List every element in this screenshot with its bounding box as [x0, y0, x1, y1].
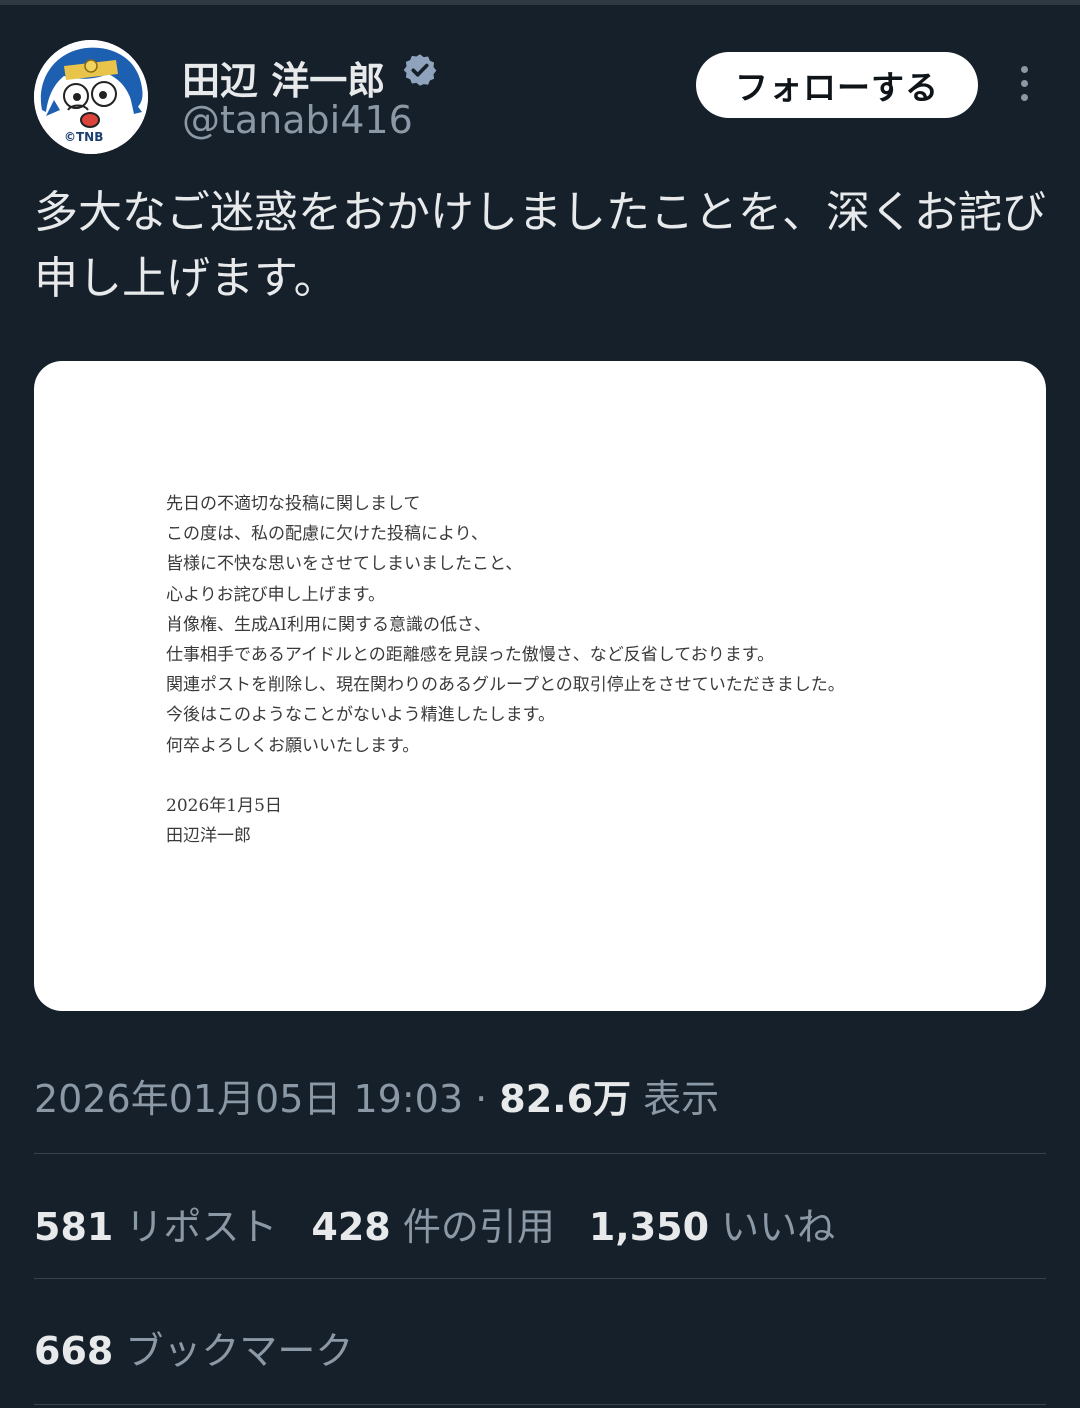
tweet-meta: 2026年01月05日 19:03 · 82.6万 表示: [34, 1068, 719, 1123]
stat-label: いいね: [709, 1205, 836, 1249]
letter-line: 肖像権、生成AI利用に関する意識の低さ、: [166, 614, 491, 635]
divider: [34, 1153, 1046, 1154]
attached-image[interactable]: 先日の不適切な投稿に関しまして この度は、私の配慮に欠けた投稿により、 皆様に不…: [34, 361, 1046, 1011]
stat-count: 581: [34, 1205, 114, 1249]
verified-badge-icon: [403, 54, 437, 86]
letter-date: 2026年1月5日: [166, 795, 282, 816]
meta-separator: ·: [463, 1077, 500, 1121]
bookmark-label: ブックマーク: [113, 1329, 354, 1373]
divider: [34, 1278, 1046, 1279]
follow-button[interactable]: フォローする: [696, 52, 978, 118]
stat-label: 件の引用: [390, 1205, 555, 1249]
repost-count-link[interactable]: 581 リポスト: [34, 1196, 277, 1251]
tweet-text: 多大なご迷惑をおかけしましたことを、深くお詫び申し上げます。: [34, 187, 1046, 304]
quote-count-link[interactable]: 428 件の引用: [311, 1196, 554, 1251]
stat-count: 428: [311, 1205, 391, 1249]
letter-line: 何卒よろしくお願いいたします。: [166, 735, 420, 756]
letter-line: この度は、私の配慮に欠けた投稿により、: [166, 524, 488, 545]
top-divider: [0, 0, 1080, 5]
views-count: 82.6万: [499, 1077, 632, 1121]
stat-label: リポスト: [113, 1205, 278, 1249]
apology-letter: 先日の不適切な投稿に関しまして この度は、私の配慮に欠けた投稿により、 皆様に不…: [166, 489, 1026, 851]
bookmark-count-link[interactable]: 668 ブックマーク: [34, 1320, 353, 1375]
tweet-timestamp[interactable]: 2026年01月05日 19:03: [34, 1077, 463, 1121]
letter-line: 関連ポストを削除し、現在関わりのあるグループとの取引停止をさせていただきました。: [166, 675, 845, 696]
bookmark-count: 668: [34, 1329, 114, 1373]
stat-count: 1,350: [588, 1205, 710, 1249]
author-avatar[interactable]: ©TNB: [34, 40, 148, 154]
letter-line: 皆様に不快な思いをさせてしまいましたこと、: [166, 554, 523, 575]
views-label: 表示: [631, 1077, 720, 1121]
more-vertical-icon[interactable]: [1014, 66, 1034, 104]
avatar-watermark: ©TNB: [64, 130, 104, 144]
letter-line: 仕事相手であるアイドルとの距離感を見誤った傲慢さ、など反省しております。: [166, 645, 775, 666]
divider: [34, 1404, 1046, 1405]
engagement-stats: 581 リポスト 428 件の引用 1,350 いいね: [34, 1196, 869, 1251]
like-count-link[interactable]: 1,350 いいね: [589, 1196, 835, 1251]
letter-line: 今後はこのようなことがないよう精進したします。: [166, 705, 555, 726]
letter-line: 心よりお詫び申し上げます。: [166, 584, 385, 605]
letter-line: 先日の不適切な投稿に関しまして: [166, 494, 421, 514]
author-name[interactable]: 田辺 洋一郎: [182, 50, 385, 105]
letter-signature: 田辺洋一郎: [166, 826, 251, 847]
author-handle[interactable]: @tanabi416: [182, 98, 413, 142]
